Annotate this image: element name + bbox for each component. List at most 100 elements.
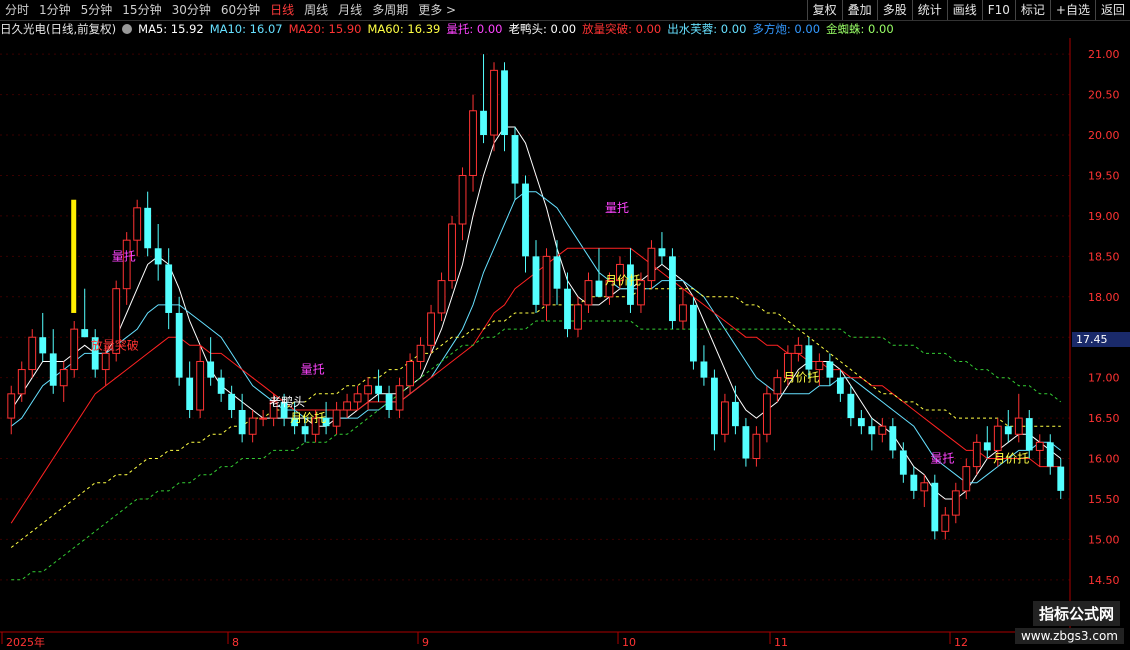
toolbar-button-4[interactable]: 画线 bbox=[946, 0, 982, 20]
signal-marker-label: 月价托 bbox=[993, 452, 1029, 466]
candle-body-up bbox=[28, 336, 37, 371]
candle-body-down bbox=[700, 361, 708, 378]
candle-body-down bbox=[711, 377, 718, 435]
candle-body-up bbox=[7, 393, 16, 419]
candle-body-down bbox=[826, 361, 834, 378]
signal-marker-label: 老鸭头 bbox=[269, 395, 305, 409]
candle-body-down bbox=[154, 248, 162, 265]
tab-period-8[interactable]: 月线 bbox=[333, 0, 367, 20]
settings-dot-icon[interactable] bbox=[122, 24, 133, 34]
toolbar-button-7[interactable]: +自选 bbox=[1049, 0, 1095, 20]
tab-period-4[interactable]: 30分钟 bbox=[167, 0, 216, 20]
tab-period-1[interactable]: 1分钟 bbox=[34, 0, 76, 20]
tab-period-6[interactable]: 日线 bbox=[265, 0, 299, 20]
x-tick-label: 2025年 bbox=[6, 635, 45, 649]
candle-body-up bbox=[448, 223, 456, 282]
candle-body-down bbox=[385, 393, 393, 410]
candle-body-up bbox=[962, 466, 971, 492]
ma20-value: MA20: 15.90 bbox=[288, 22, 362, 36]
candle-body-up bbox=[542, 255, 551, 306]
candle-body-up bbox=[721, 401, 729, 435]
candle-body-down bbox=[480, 110, 487, 136]
signal-marker-label: 量托 bbox=[112, 249, 136, 263]
toolbar-button-6[interactable]: 标记 bbox=[1014, 0, 1050, 20]
candle-body-down bbox=[931, 482, 939, 532]
candle-body-up bbox=[972, 441, 981, 468]
tab-period-5[interactable]: 60分钟 bbox=[216, 0, 265, 20]
candle-body-up bbox=[364, 385, 372, 395]
candle-body-down bbox=[228, 393, 236, 410]
candle-body-up bbox=[416, 344, 425, 362]
indicator-duofangpao: 多方炮: 0.00 bbox=[752, 22, 821, 36]
candle-body-up bbox=[679, 304, 687, 322]
ma60-value: MA60: 16.39 bbox=[367, 22, 441, 36]
period-toolbar: 分时 1分钟 5分钟 15分钟 30分钟 60分钟 日线 周线 月线 多周期 更多 > 复权 叠加 多股… bbox=[0, 0, 1130, 21]
candle-body-down bbox=[301, 426, 309, 435]
toolbar-button-2[interactable]: 多股 bbox=[876, 0, 912, 20]
y-tick-label: 18.00 bbox=[1088, 291, 1120, 304]
toolbar-button-0[interactable]: 复权 bbox=[806, 0, 842, 20]
candle-body-up bbox=[490, 69, 498, 136]
y-tick-label: 16.00 bbox=[1088, 453, 1120, 466]
toolbar-button-5[interactable]: F10 bbox=[981, 0, 1015, 20]
indicator-chushui: 出水芙蓉: 0.00 bbox=[667, 22, 747, 36]
candle-body-up bbox=[584, 280, 593, 306]
tab-period-2[interactable]: 5分钟 bbox=[76, 0, 118, 20]
indicator-laoyatou: 老鸭头: 0.00 bbox=[508, 22, 577, 36]
tab-period-7[interactable]: 周线 bbox=[299, 0, 333, 20]
candle-body-up bbox=[395, 385, 404, 411]
indicator-fangliang: 放量突破: 0.00 bbox=[582, 22, 662, 36]
candle-body-down bbox=[81, 329, 89, 338]
indicator-jinzhizhu: 金蜘蛛: 0.00 bbox=[826, 22, 894, 36]
candle-body-up bbox=[332, 409, 341, 427]
signal-marker-label: 月价托 bbox=[290, 411, 326, 425]
candle-body-up bbox=[196, 360, 205, 411]
toolbar-button-3[interactable]: 统计 bbox=[911, 0, 947, 20]
x-tick-label: 8 bbox=[232, 636, 239, 649]
candle-body-down bbox=[501, 70, 508, 136]
candle-body-down bbox=[49, 353, 57, 386]
candle-body-down bbox=[186, 377, 194, 410]
tab-period-10[interactable]: 更多 > bbox=[413, 0, 461, 20]
candle-body-up bbox=[469, 110, 477, 176]
tab-period-9[interactable]: 多周期 bbox=[367, 0, 413, 20]
candle-body-down bbox=[669, 256, 676, 322]
candle-body-up bbox=[59, 369, 68, 387]
toolbar-button-1[interactable]: 叠加 bbox=[841, 0, 877, 20]
candle-body-down bbox=[742, 426, 750, 459]
candle-body-down bbox=[175, 312, 183, 378]
candle-body-down bbox=[690, 304, 697, 362]
current-price-tag: 17.45 bbox=[1072, 332, 1130, 347]
tab-period-0[interactable]: 分时 bbox=[0, 0, 34, 20]
period-tabs: 分时 1分钟 5分钟 15分钟 30分钟 60分钟 日线 周线 月线 多周期 更多 > bbox=[0, 0, 461, 20]
candle-body-down bbox=[165, 264, 173, 313]
candle-body-down bbox=[39, 337, 47, 354]
candle-body-down bbox=[144, 207, 152, 249]
candle-body-up bbox=[437, 280, 446, 314]
watermark-title: 指标公式网 bbox=[1032, 601, 1120, 626]
candle-body-up bbox=[101, 352, 110, 371]
y-tick-label: 15.50 bbox=[1088, 493, 1120, 506]
candle-body-up bbox=[647, 247, 656, 282]
candle-body-up bbox=[122, 239, 131, 290]
stock-title[interactable]: 日久光电(日线,前复权) bbox=[0, 21, 116, 37]
candle-body-up bbox=[406, 360, 414, 387]
candle-body-up bbox=[762, 393, 771, 435]
candle-body-down bbox=[375, 385, 382, 394]
candle-body-down bbox=[1057, 466, 1065, 491]
candle-body-down bbox=[564, 288, 571, 330]
x-tick-label: 10 bbox=[622, 636, 636, 649]
candle-body-down bbox=[889, 426, 897, 451]
indicator-liangtuo: 量托: 0.00 bbox=[446, 22, 503, 36]
signal-marker-label: 量托 bbox=[605, 201, 629, 215]
tab-period-3[interactable]: 15分钟 bbox=[117, 0, 166, 20]
kline-chart[interactable]: 21.0020.5020.0019.5019.0018.5018.0017.50… bbox=[0, 38, 1130, 650]
candle-body-down bbox=[658, 248, 666, 257]
candle-body-down bbox=[511, 135, 519, 184]
candle-body-down bbox=[1046, 442, 1054, 467]
candle-body-down bbox=[868, 426, 876, 435]
candle-body-up bbox=[951, 490, 960, 516]
toolbar-button-8[interactable]: 返回 bbox=[1094, 0, 1130, 20]
candle-body-down bbox=[731, 401, 739, 427]
candle-body-down bbox=[217, 377, 225, 394]
